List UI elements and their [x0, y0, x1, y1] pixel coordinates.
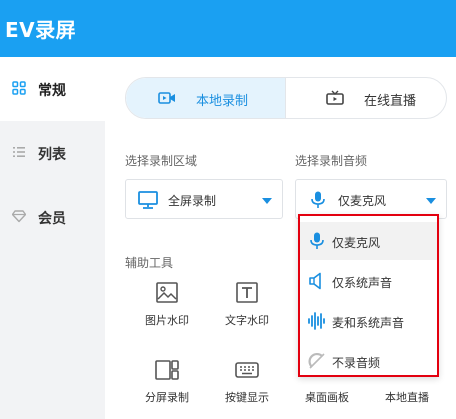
tools-label: 辅助工具	[125, 256, 174, 270]
audio-option-mic-only[interactable]: 仅麦克风	[300, 222, 437, 260]
sidebar-item-label: 列表	[38, 147, 66, 163]
microphone-icon	[311, 191, 325, 208]
tool-key-display[interactable]: 按键显示	[207, 359, 287, 419]
audio-option-system-only[interactable]: 仅系统声音	[300, 262, 437, 300]
mute-icon	[308, 353, 325, 369]
tool-label: 分屏录制	[145, 391, 189, 404]
record-audio-label: 选择录制音频	[295, 154, 368, 168]
sidebar-item-label: 会员	[38, 211, 66, 227]
audio-option-mic-and-system[interactable]: 麦和系统声音	[300, 302, 437, 340]
tool-split-screen[interactable]: 分屏录制	[127, 359, 207, 419]
tool-label: 桌面画板	[305, 391, 349, 404]
chevron-down-icon	[426, 198, 436, 204]
tool-label: 按键显示	[225, 391, 269, 404]
audio-option-label: 不录音频	[332, 356, 381, 370]
audio-option-label: 麦和系统声音	[332, 316, 405, 330]
keyboard-icon	[235, 362, 259, 378]
audio-option-label: 仅系统声音	[332, 276, 393, 290]
audio-option-label: 仅麦克风	[332, 236, 381, 250]
tool-image-watermark[interactable]: 图片水印	[127, 282, 207, 342]
record-area-select[interactable]: 全屏录制	[125, 179, 283, 219]
tab-label: 在线直播	[364, 94, 417, 109]
image-icon	[156, 282, 178, 303]
list-icon	[13, 147, 25, 157]
tool-label: 本地直播	[385, 391, 429, 404]
audio-option-no-audio[interactable]: 不录音频	[300, 342, 437, 380]
text-icon	[236, 282, 258, 303]
mode-switch: 本地录制 在线直播	[125, 77, 447, 119]
speaker-icon	[309, 272, 321, 290]
sidebar: 常规 列表 会员	[0, 57, 105, 419]
video-camera-icon	[158, 92, 175, 104]
diamond-icon	[12, 210, 26, 223]
microphone-icon	[310, 232, 324, 249]
monitor-icon	[138, 191, 158, 209]
sidebar-item-member[interactable]: 会员	[0, 185, 105, 249]
record-audio-value: 仅麦克风	[338, 194, 387, 208]
split-screen-icon	[155, 360, 179, 380]
tool-label: 图片水印	[145, 314, 189, 327]
sidebar-item-list[interactable]: 列表	[0, 121, 105, 185]
record-area-label: 选择录制区域	[125, 154, 198, 168]
waveform-icon	[308, 312, 325, 330]
title-bar: EV录屏	[0, 0, 456, 57]
chevron-down-icon	[262, 198, 272, 204]
tab-live-stream[interactable]: 在线直播	[286, 78, 446, 118]
tool-text-watermark[interactable]: 文字水印	[207, 282, 287, 342]
record-area-value: 全屏录制	[168, 194, 217, 208]
sidebar-item-label: 常规	[38, 83, 66, 99]
record-audio-select[interactable]: 仅麦克风	[295, 179, 447, 219]
app-title: EV录屏	[5, 18, 77, 42]
grid-icon	[12, 81, 26, 95]
audio-dropdown-menu: 仅麦克风 仅系统声音 麦和系统声音 不录音频	[298, 214, 439, 377]
tab-label: 本地录制	[196, 94, 249, 109]
tab-local-record[interactable]: 本地录制	[126, 78, 286, 118]
sidebar-item-general[interactable]: 常规	[0, 57, 105, 121]
tool-label: 文字水印	[225, 314, 269, 327]
tv-icon	[326, 90, 344, 105]
